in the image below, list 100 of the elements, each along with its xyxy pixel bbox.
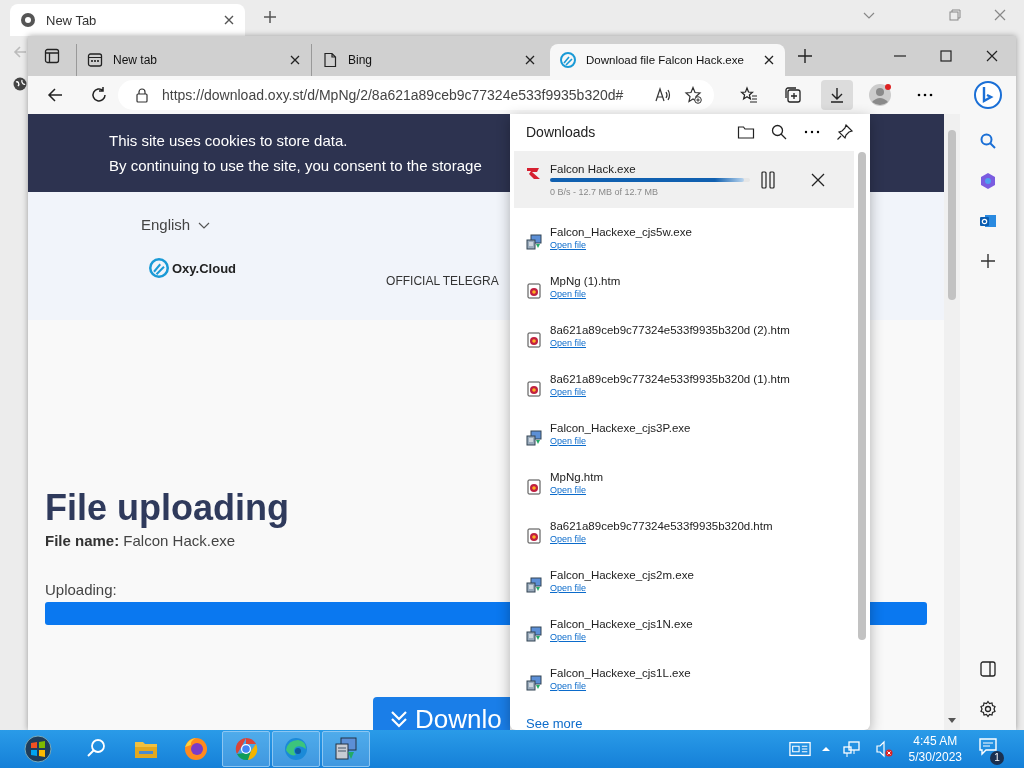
download-status: 0 B/s - 12.7 MB of 12.7 MB [550, 186, 659, 197]
download-item[interactable]: 8a621a89ceb9c77324e533f9935b320d.htm Open file [510, 512, 854, 561]
read-aloud-icon[interactable] [654, 86, 673, 104]
notification-count: 1 [990, 751, 1004, 765]
download-item[interactable]: MpNg (1).htm Open file [510, 267, 854, 316]
news-icon[interactable] [788, 740, 811, 758]
network-icon[interactable] [840, 740, 863, 758]
pin-icon[interactable] [836, 123, 854, 141]
folder-icon[interactable] [737, 123, 755, 141]
file-name: 8a621a89ceb9c77324e533f9935b320d (1).htm [550, 373, 790, 385]
clock-date: 5/30/2023 [908, 749, 962, 765]
installer-icon [332, 735, 360, 763]
progress-label: Uploading: [45, 581, 117, 598]
browser-icon [182, 735, 210, 763]
pause-icon[interactable] [758, 169, 778, 190]
download-item[interactable]: 8a621a89ceb9c77324e533f9935b320d (2).htm Open file [510, 316, 854, 365]
web-file-icon [526, 283, 542, 299]
clock[interactable]: 4:45 AM 5/30/2023 [908, 733, 962, 765]
close-icon[interactable] [524, 54, 536, 66]
file-name: Falcon Hack.exe [550, 162, 636, 175]
open-file-link[interactable]: Open file [550, 436, 587, 446]
download-item[interactable]: Falcon_Hackexe_cjs1N.exe Open file [510, 610, 854, 659]
file-name: Falcon_Hackexe_cjs5w.exe [550, 226, 692, 238]
download-button[interactable]: Downlo [373, 697, 510, 730]
browser-tab[interactable]: New Tab [10, 4, 245, 36]
logo-text[interactable]: Oxy.Cloud [172, 260, 237, 276]
browser-tab[interactable]: Bing [311, 44, 546, 76]
file-name-text: File name: Falcon Hack.exe [45, 532, 236, 549]
back-arrow-icon[interactable] [46, 86, 64, 104]
settings-icon[interactable] [979, 700, 997, 718]
installer-icon [526, 626, 542, 642]
collections-icon[interactable] [784, 86, 803, 104]
new-tab-icon[interactable] [797, 48, 813, 64]
open-file-link[interactable]: Open file [550, 240, 587, 250]
close-icon[interactable] [763, 54, 775, 66]
chat-logo-icon[interactable] [973, 80, 1003, 110]
scrollbar-thumb[interactable] [948, 130, 956, 300]
installer-icon [526, 430, 542, 446]
browser-icon [20, 12, 36, 28]
panel-scrollbar[interactable] [858, 152, 866, 640]
address-field[interactable]: https://download.oxy.st/d/MpNg/2/8a621a89ceb9c77324e533f9935b320d# [118, 80, 715, 110]
download-item[interactable]: MpNg.htm Open file [510, 463, 854, 512]
shapes-icon[interactable] [979, 172, 997, 190]
open-file-link[interactable]: Open file [550, 485, 587, 495]
open-file-link[interactable]: Open file [550, 387, 587, 397]
browser-tab[interactable]: New tab [76, 44, 311, 76]
add-favorite-icon[interactable] [684, 86, 703, 104]
language-dropdown[interactable]: English [141, 216, 211, 233]
swirl-logo-icon [149, 258, 169, 278]
browser-tab[interactable]: Download file Falcon Hack.exe [550, 44, 785, 76]
file-name: Falcon_Hackexe_cjs2m.exe [550, 569, 694, 581]
download-item[interactable]: Falcon_Hackexe_cjs3P.exe Open file [510, 414, 854, 463]
downloads-button[interactable] [821, 80, 853, 110]
download-item[interactable]: Falcon Hack.exe 0 B/s - 12.7 MB of 12.7 MB [514, 151, 854, 208]
browser-icon [282, 735, 310, 763]
caret-icon[interactable] [820, 744, 831, 754]
mail-icon[interactable] [979, 212, 997, 230]
open-file-link[interactable]: Open file [550, 583, 587, 593]
favorites-icon[interactable] [740, 86, 759, 104]
download-item[interactable]: Falcon_Hackexe_cjs1L.exe Open file [510, 659, 854, 708]
sidebar-toggle-icon[interactable] [979, 660, 997, 678]
web-file-icon [526, 528, 542, 544]
file-name: Falcon_Hackexe_cjs3P.exe [550, 422, 691, 434]
panel-title: Downloads [526, 124, 597, 140]
refresh-icon[interactable] [90, 86, 108, 104]
open-file-link[interactable]: Open file [550, 289, 587, 299]
search-icon[interactable] [770, 123, 788, 141]
profile-avatar[interactable] [868, 83, 892, 107]
see-more-link[interactable]: See more [526, 716, 583, 731]
cookie-text: This site uses cookies to store data. [109, 132, 348, 149]
tab-actions-icon[interactable] [44, 48, 60, 64]
download-item[interactable]: Falcon_Hackexe_cjs2m.exe Open file [510, 561, 854, 610]
web-file-icon [526, 332, 542, 348]
open-file-link[interactable]: Open file [550, 534, 587, 544]
open-file-link[interactable]: Open file [550, 338, 587, 348]
scroll-down-icon[interactable] [948, 718, 956, 724]
open-file-link[interactable]: Open file [550, 681, 587, 691]
file-name: Falcon_Hackexe_cjs1N.exe [550, 618, 693, 630]
swirl-logo-icon [560, 52, 576, 68]
maximize-icon[interactable] [939, 49, 953, 63]
nav-link[interactable]: OFFICIAL TELEGRA [386, 274, 499, 288]
close-icon[interactable] [289, 54, 301, 66]
installer-icon [526, 577, 542, 593]
lock-icon [134, 87, 150, 103]
cookie-text: By continuing to use the site, you consent to the storage [109, 157, 482, 174]
new-tab-icon[interactable] [263, 10, 277, 24]
web-file-icon [526, 479, 542, 495]
open-file-link[interactable]: Open file [550, 632, 587, 642]
page-heading: File uploading [45, 488, 289, 528]
taskbar-button[interactable] [322, 731, 370, 767]
file-name: Falcon_Hackexe_cjs1L.exe [550, 667, 691, 679]
file-name: MpNg.htm [550, 471, 604, 483]
scrollbar[interactable] [944, 114, 960, 730]
document-icon [322, 52, 338, 68]
double-chevron-icon [389, 709, 409, 729]
download-item[interactable]: Falcon_Hackexe_cjs5w.exe Open file [510, 218, 854, 267]
download-item[interactable]: 8a621a89ceb9c77324e533f9935b320d (1).htm Open file [510, 365, 854, 414]
add-icon[interactable] [979, 252, 997, 270]
close-icon[interactable] [985, 49, 999, 63]
close-icon[interactable] [223, 14, 235, 26]
